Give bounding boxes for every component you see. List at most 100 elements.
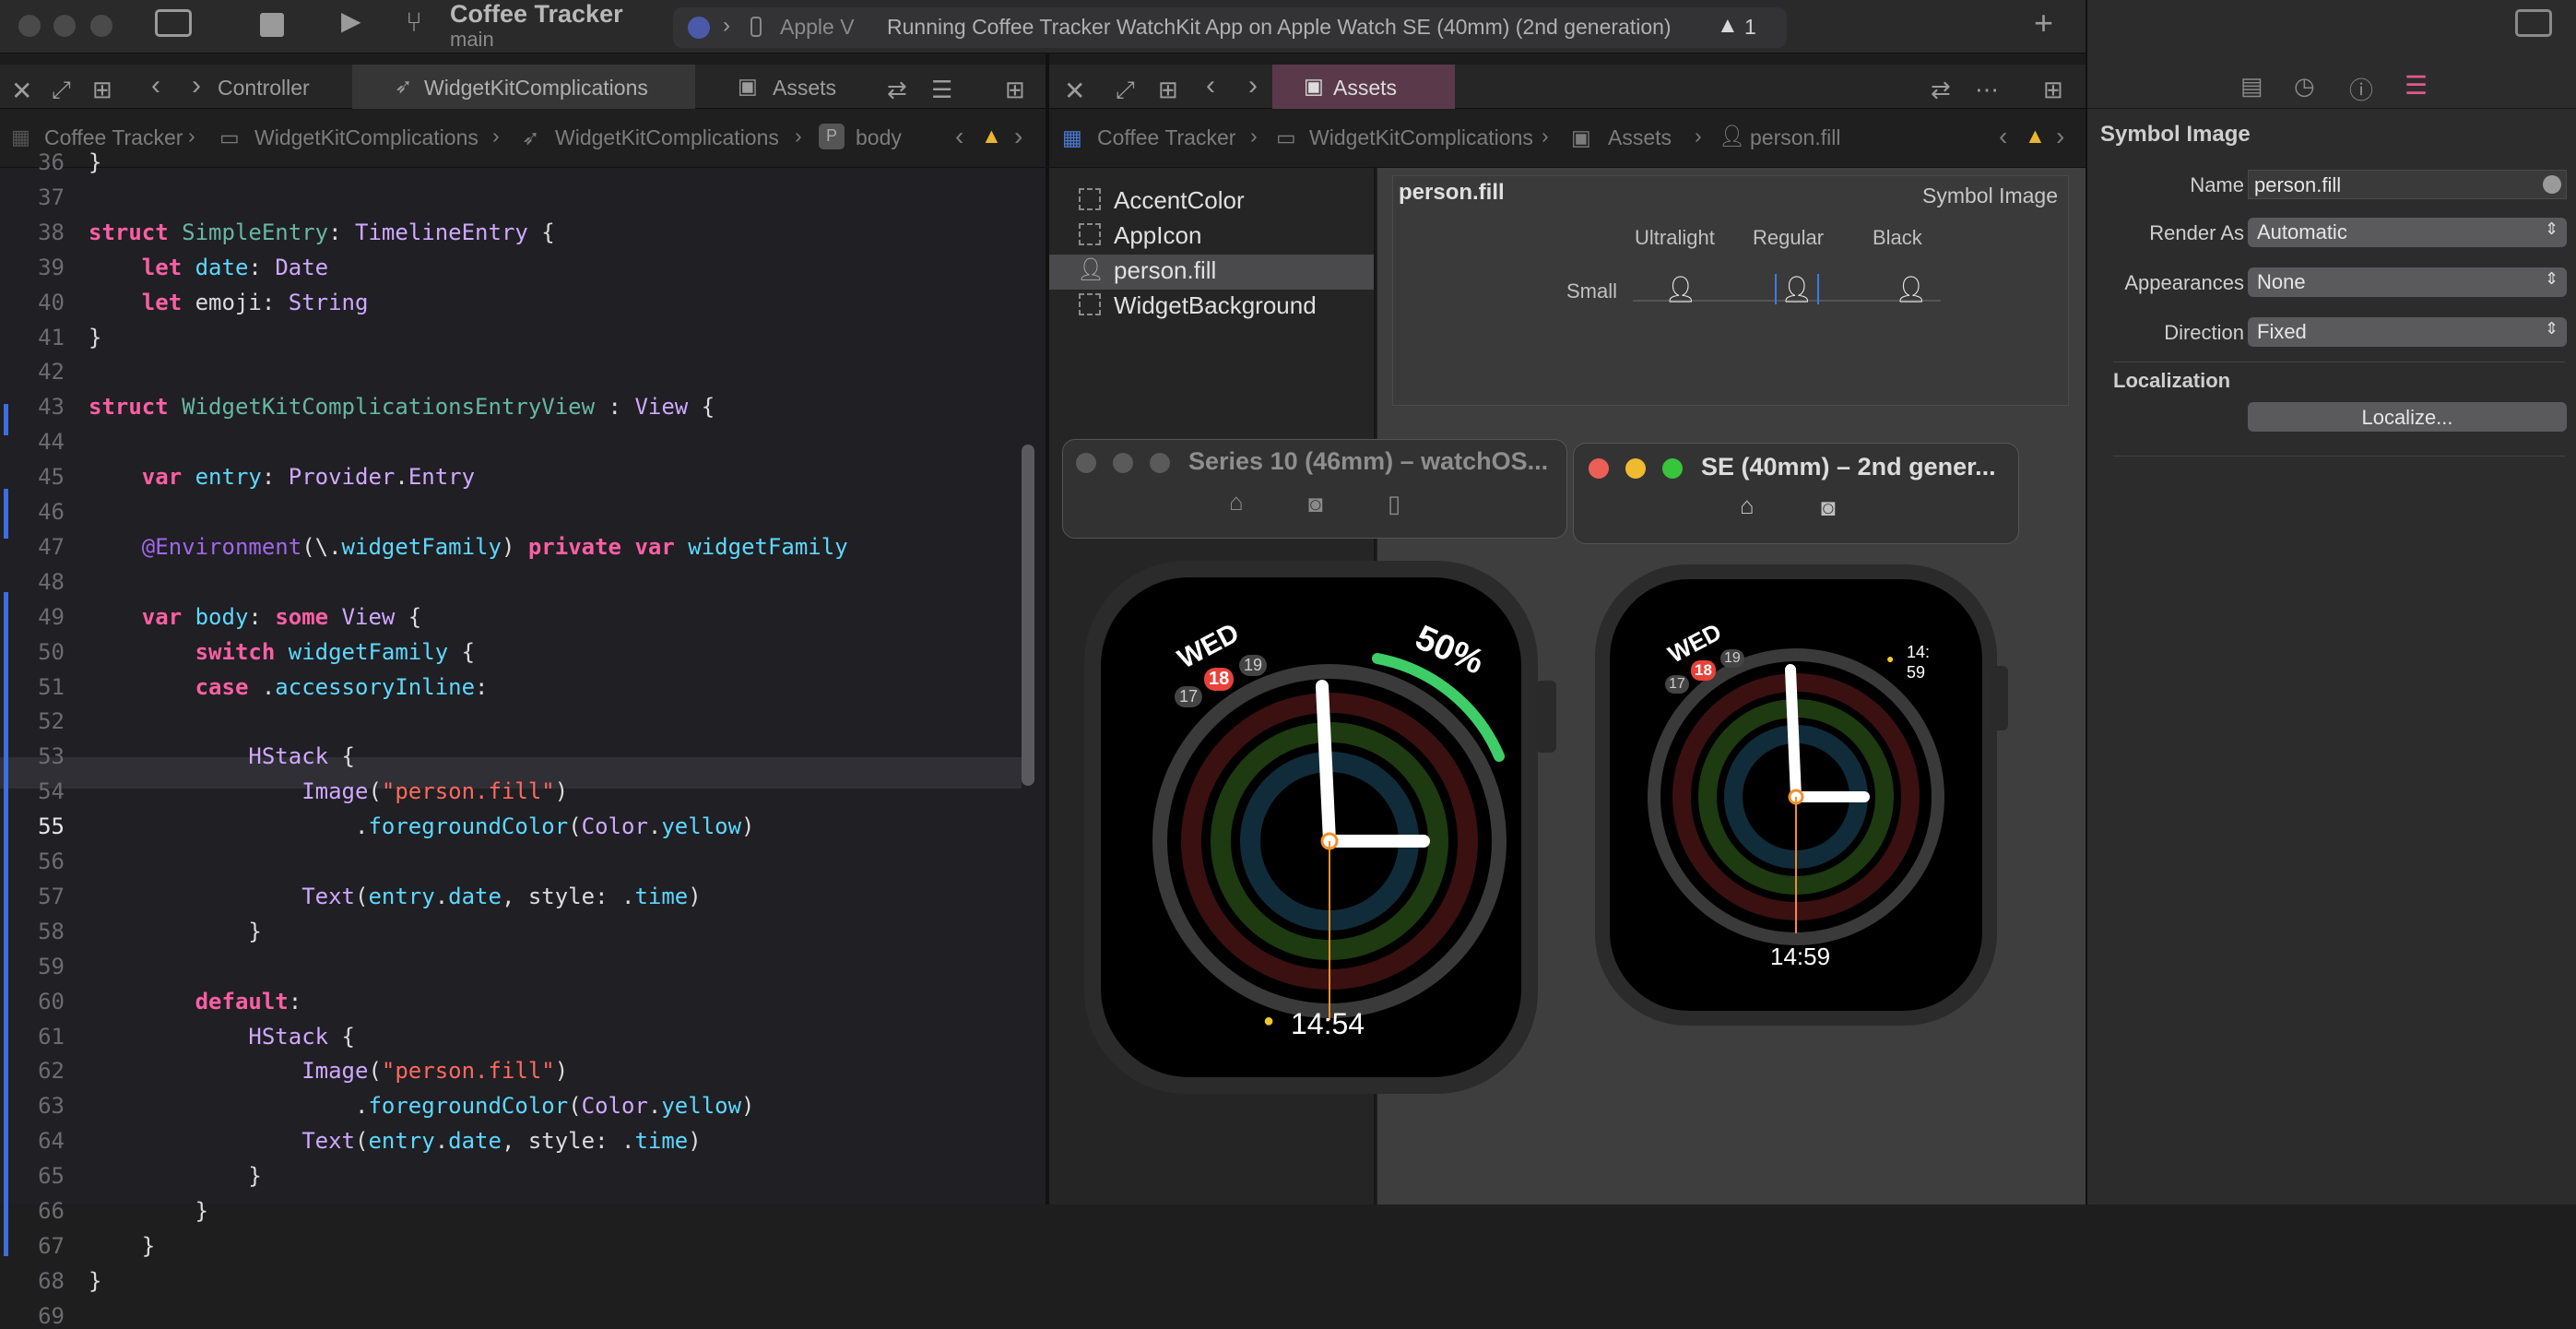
run-button[interactable]: ▶ xyxy=(341,6,361,36)
tab-widgetkitcomplications[interactable]: ➶ WidgetKitComplications xyxy=(352,65,695,109)
stop-button[interactable] xyxy=(260,13,284,37)
line-number: 49 xyxy=(38,603,65,630)
chevron-updown-icon: ⇕ xyxy=(2545,269,2559,288)
breadcrumb-item[interactable]: body xyxy=(856,125,902,150)
color-set-icon xyxy=(1079,293,1101,315)
scheme-icon[interactable] xyxy=(688,17,710,39)
previous-issue-icon[interactable]: ‹ xyxy=(955,122,963,151)
project-title[interactable]: Coffee Tracker xyxy=(450,0,623,29)
breadcrumb-item[interactable]: WidgetKitComplications xyxy=(555,125,779,150)
person-icon: ● xyxy=(1886,651,1895,666)
symbol-image-set[interactable]: person.fill Symbol Image Ultralight Regu… xyxy=(1392,175,2069,406)
add-icon[interactable]: + xyxy=(2034,4,2053,42)
close-window-button[interactable] xyxy=(1589,458,1609,479)
tab-controller[interactable]: Controller xyxy=(218,65,310,109)
direction-popup[interactable]: Fixed xyxy=(2248,317,2567,347)
breadcrumb-item[interactable]: WidgetKitComplications xyxy=(1309,125,1533,150)
simulator-window-se[interactable]: SE (40mm) – 2nd gener... ⌂ ◙ xyxy=(1573,443,2019,544)
more-options-icon[interactable]: ⋯ xyxy=(1975,65,1999,109)
grid-icon[interactable]: ⊞ xyxy=(1158,65,1178,109)
attributes-inspector-icon[interactable]: ☰ xyxy=(2405,70,2428,101)
watch-screen[interactable]: WED 17 18 19 50% ● 14:54 xyxy=(1101,577,1521,1077)
simulator-title: Series 10 (46mm) – watchOS... xyxy=(1188,447,1549,475)
digital-crown[interactable] xyxy=(1990,666,2008,730)
rotate-icon[interactable]: ▯ xyxy=(1388,490,1400,518)
breadcrumb-item[interactable]: Coffee Tracker xyxy=(44,125,183,150)
tab-assets[interactable]: ▣ Assets xyxy=(736,65,836,109)
sidebar-toggle-icon[interactable] xyxy=(155,9,192,37)
help-icon[interactable]: ⓘ xyxy=(2349,72,2373,106)
add-editor-icon[interactable]: ⊞ xyxy=(2043,65,2063,109)
swap-icon[interactable]: ⇄ xyxy=(887,65,907,109)
warning-icon[interactable]: ▲ xyxy=(2025,124,2046,148)
forward-icon[interactable]: › xyxy=(1248,65,1258,109)
digital-crown[interactable] xyxy=(1536,681,1556,753)
person-black-icon[interactable]: 👤︎ xyxy=(1895,274,1928,304)
warning-icon[interactable]: ▲ xyxy=(981,124,1002,148)
branch-name: main xyxy=(450,28,494,51)
swap-icon[interactable]: ⇄ xyxy=(1931,65,1951,109)
breadcrumb-item[interactable]: Coffee Tracker xyxy=(1097,125,1235,150)
inspector-toggle-icon[interactable] xyxy=(2515,9,2552,37)
expand-icon[interactable]: ⤢ xyxy=(1116,65,1135,109)
line-number: 44 xyxy=(38,429,65,456)
minimize-window-button[interactable] xyxy=(1625,458,1646,479)
screenshot-icon[interactable]: ◙ xyxy=(1308,490,1323,518)
breadcrumb-item[interactable]: WidgetKitComplications xyxy=(254,125,479,150)
name-field[interactable]: person.fill xyxy=(2248,170,2567,199)
screenshot-icon[interactable]: ◙ xyxy=(1821,493,1836,522)
line-number: 63 xyxy=(38,1093,65,1120)
home-icon[interactable]: ⌂ xyxy=(1229,488,1244,516)
close-editor-icon[interactable]: ✕ xyxy=(11,65,32,109)
zoom-window-button[interactable] xyxy=(1662,458,1683,479)
back-icon[interactable]: ‹ xyxy=(151,65,160,109)
simulator-title: SE (40mm) – 2nd gener... xyxy=(1701,453,1996,481)
editor-options-icon[interactable]: ☰ xyxy=(931,65,952,109)
asset-item-person-fill[interactable]: person.fill xyxy=(1114,256,1216,285)
asset-item-accentcolor[interactable]: AccentColor xyxy=(1114,186,1245,215)
next-issue-icon[interactable]: › xyxy=(2056,122,2064,151)
asset-item-appicon[interactable]: AppIcon xyxy=(1114,221,1201,250)
breadcrumb-item[interactable]: person.fill xyxy=(1750,125,1840,150)
back-icon[interactable]: ‹ xyxy=(1206,65,1215,109)
file-inspector-icon[interactable]: ▤ xyxy=(2240,72,2263,101)
localize-button[interactable]: Localize... xyxy=(2248,402,2567,432)
source-editor[interactable]: 36} 37 38 struct SimpleEntry: TimelineEntry… xyxy=(0,149,1046,1329)
person-regular-icon[interactable]: 👤︎ xyxy=(1775,274,1819,304)
zoom-window-button[interactable] xyxy=(1150,453,1170,473)
close-editor-icon[interactable]: ✕ xyxy=(1064,65,1085,109)
code-line: default: xyxy=(195,988,302,1015)
expand-icon[interactable]: ⤢ xyxy=(52,65,71,109)
scrollbar-thumb[interactable] xyxy=(1022,445,1034,786)
breadcrumb-item[interactable]: Assets xyxy=(1608,125,1672,150)
close-window-button[interactable] xyxy=(18,15,41,37)
tab-assets[interactable]: ▣ Assets xyxy=(1272,65,1455,109)
line-number: 50 xyxy=(38,638,65,665)
forward-icon[interactable]: › xyxy=(192,65,201,109)
history-icon[interactable]: ◷ xyxy=(2294,72,2315,101)
watch-screen[interactable]: WED 17 18 19 ● 14: 59 14:59 xyxy=(1610,579,1982,1011)
previous-issue-icon[interactable]: ‹ xyxy=(1999,122,2007,151)
grid-icon[interactable]: ⊞ xyxy=(92,65,112,109)
person-ultralight-icon[interactable]: 👤︎ xyxy=(1664,274,1697,304)
home-icon[interactable]: ⌂ xyxy=(1740,492,1755,520)
zoom-window-button[interactable] xyxy=(90,15,112,37)
minimize-window-button[interactable] xyxy=(1113,453,1133,473)
asset-item-widgetbackground[interactable]: WidgetBackground xyxy=(1114,291,1317,320)
activity-view[interactable]: › Apple V Running Coffee Tracker WatchKi… xyxy=(673,7,1787,48)
warning-icon[interactable]: ▲ xyxy=(1717,13,1739,39)
reveal-arrow-icon[interactable] xyxy=(2543,175,2561,194)
destination-label[interactable]: Apple V xyxy=(780,15,855,40)
line-number: 46 xyxy=(38,499,65,525)
line-number: 60 xyxy=(38,988,65,1015)
next-issue-icon[interactable]: › xyxy=(1014,122,1022,151)
simulator-window-series10[interactable]: Series 10 (46mm) – watchOS... ⌂ ◙ ▯ xyxy=(1062,439,1567,539)
minimize-window-button[interactable] xyxy=(53,15,76,37)
render-as-popup[interactable]: Automatic xyxy=(2248,218,2567,247)
code-line: } xyxy=(89,324,102,350)
code-line: } xyxy=(89,1232,156,1259)
appearances-popup[interactable]: None xyxy=(2248,267,2567,297)
close-window-button[interactable] xyxy=(1076,453,1096,473)
add-editor-icon[interactable]: ⊞ xyxy=(1005,65,1025,109)
folder-icon: ▭ xyxy=(1276,125,1296,149)
